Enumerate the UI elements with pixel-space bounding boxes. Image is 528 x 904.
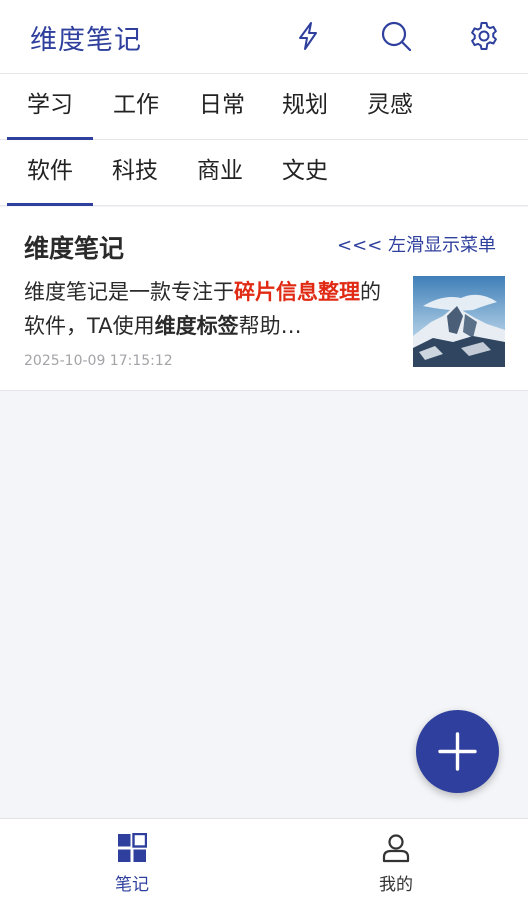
search-icon[interactable] — [380, 20, 412, 52]
note-excerpt: 维度笔记是一款专注于碎片信息整理的软件，TA使用维度标签帮助… — [24, 275, 396, 343]
plus-icon — [438, 732, 477, 771]
primary-category-tabs: 学习 工作 日常 规划 灵感 — [0, 74, 528, 140]
grid-icon — [117, 833, 147, 863]
nav-notes[interactable]: 笔记 — [0, 819, 264, 904]
tab-history[interactable]: 文史 — [262, 140, 348, 206]
note-timestamp: 2025-10-09 17:15:12 — [24, 353, 173, 369]
tab-work[interactable]: 工作 — [93, 74, 179, 140]
tab-plan[interactable]: 规划 — [262, 74, 348, 140]
tab-inspiration[interactable]: 灵感 — [347, 74, 433, 140]
bottom-navigation: 笔记 我的 — [0, 818, 528, 904]
tab-technology[interactable]: 科技 — [92, 140, 178, 206]
tab-study[interactable]: 学习 — [7, 74, 93, 140]
flash-icon[interactable] — [292, 20, 324, 52]
note-highlight-bold: 维度标签 — [154, 314, 239, 338]
note-excerpt-text: 帮助… — [238, 314, 302, 338]
tab-business[interactable]: 商业 — [177, 140, 263, 206]
add-note-button[interactable] — [416, 710, 499, 793]
top-app-bar: 维度笔记 — [0, 0, 528, 74]
nav-profile-label: 我的 — [379, 875, 413, 895]
tab-daily[interactable]: 日常 — [179, 74, 265, 140]
settings-icon[interactable] — [468, 20, 500, 52]
nav-profile[interactable]: 我的 — [264, 819, 528, 904]
swipe-hint: <<< 左滑显示菜单 — [337, 235, 496, 256]
note-excerpt-text: 维度笔记是一款专注于 — [24, 280, 234, 304]
mountain-thumbnail — [413, 276, 505, 367]
user-icon — [381, 833, 411, 863]
note-title: 维度笔记 — [24, 234, 125, 263]
note-card[interactable]: 维度笔记 <<< 左滑显示菜单 维度笔记是一款专注于碎片信息整理的软件，TA使用… — [0, 207, 528, 391]
app-title: 维度笔记 — [30, 25, 142, 56]
tab-software[interactable]: 软件 — [7, 140, 93, 206]
nav-notes-label: 笔记 — [115, 875, 149, 895]
note-highlight-red: 碎片信息整理 — [234, 280, 360, 304]
app-root: 维度笔记 学习 工作 日常 规划 灵感 软件 科技 商业 文史 维度笔记 <<<… — [0, 0, 528, 904]
secondary-category-tabs: 软件 科技 商业 文史 — [0, 140, 528, 206]
